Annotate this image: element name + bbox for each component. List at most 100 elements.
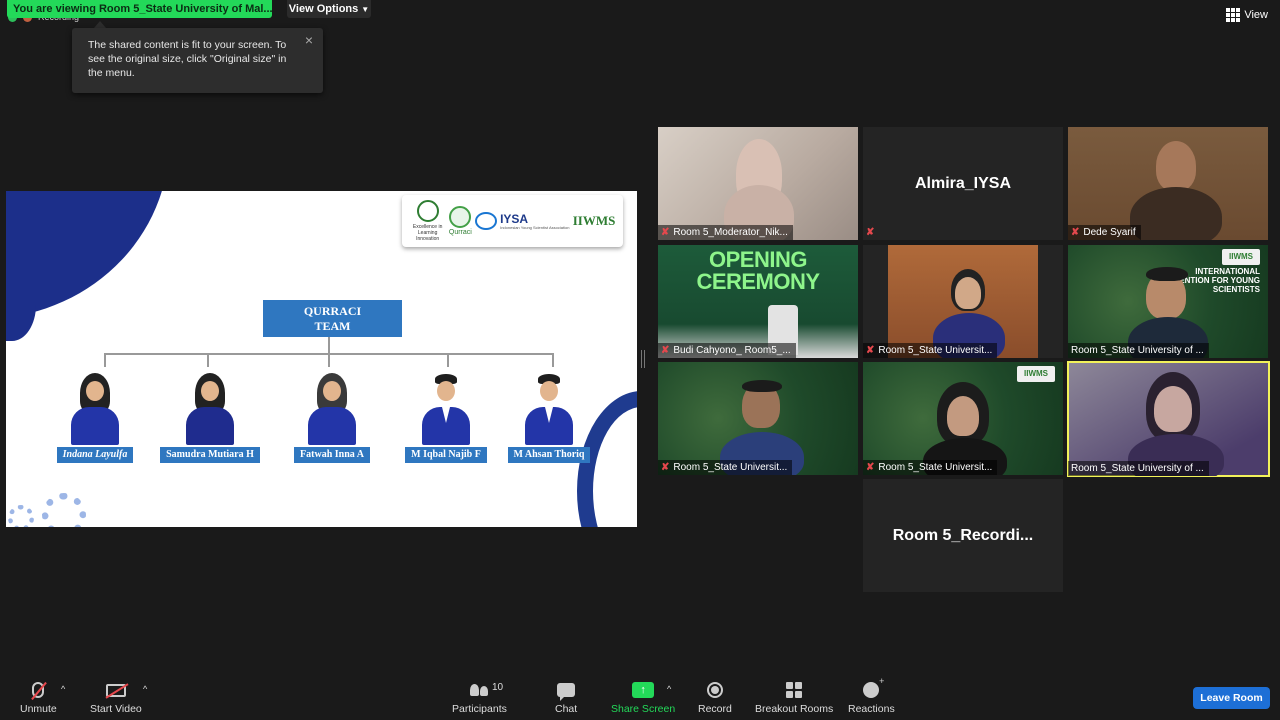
member-name: Fatwah Inna A xyxy=(294,447,370,463)
org-connector xyxy=(328,353,330,367)
start-video-button[interactable]: Start Video xyxy=(90,680,142,715)
viewing-banner: You are viewing Room 5_State University … xyxy=(7,0,272,18)
unmute-label: Unmute xyxy=(20,703,57,715)
mic-muted-icon: ✘ xyxy=(661,345,670,356)
participant-tile[interactable]: ✘ Room 5_State Universit... xyxy=(658,362,858,475)
view-options-button[interactable]: View Options ▼ xyxy=(287,0,371,18)
participant-name-label: Room 5_State University of ... xyxy=(1068,343,1209,358)
participant-name-label: ✘ xyxy=(863,225,879,240)
mic-muted-icon: ✘ xyxy=(661,227,670,238)
participant-name-label: ✘ Room 5_Moderator_Nik... xyxy=(658,225,793,240)
team-member: Indana Layulfa xyxy=(39,373,151,463)
participant-name-label: Room 5_State University of ... xyxy=(1068,461,1209,476)
participant-name-label: ✘ Budi Cahyono_ Room5_... xyxy=(658,343,796,358)
participant-tile[interactable]: IIWMS INTERNATIONAL INVENTION FOR YOUNG … xyxy=(1068,245,1268,358)
member-name: M Ahsan Thoriq xyxy=(507,447,591,463)
reactions-icon xyxy=(863,676,884,698)
iiwms-logo: IIWMS xyxy=(572,213,616,228)
camera-off-icon xyxy=(105,683,126,697)
shared-screen-content: Excellence in Learning Innovation Qurrac… xyxy=(6,191,637,527)
share-arrow-glyph: ↑ xyxy=(640,684,646,696)
seal-icon xyxy=(416,200,439,222)
participant-tile[interactable]: ✘ Room 5_State Universit... xyxy=(863,245,1063,358)
member-name: Indana Layulfa xyxy=(56,447,134,463)
participant-name-label: ✘ Room 5_State Universit... xyxy=(658,460,793,475)
participant-name: Room 5_State University of ... xyxy=(1071,345,1204,356)
participant-tile[interactable]: OPENING CEREMONY ✘ Budi Cahyono_ Room5_..… xyxy=(658,245,858,358)
mic-muted-icon: ✘ xyxy=(866,345,875,356)
member-photo xyxy=(416,373,476,445)
team-title: QURRACI TEAM xyxy=(263,300,402,337)
org-connector xyxy=(328,337,330,353)
mic-muted-icon: ✘ xyxy=(661,462,670,473)
iysa-title: IYSA xyxy=(500,211,529,226)
globe-icon xyxy=(449,206,472,228)
iysa-caption: Indonesian Young Scientist Association xyxy=(500,224,570,230)
microphone-muted-icon xyxy=(32,682,45,698)
participant-tile-active-speaker[interactable]: Room 5_State University of ... xyxy=(1067,361,1270,477)
org-connector xyxy=(207,353,209,367)
qurraci-logo: Qurraci xyxy=(449,206,472,236)
participant-tile[interactable]: ✘ Room 5_Moderator_Nik... xyxy=(658,127,858,240)
participant-tile[interactable]: Almira_IYSA ✘ xyxy=(863,127,1063,240)
view-label: View xyxy=(1244,9,1268,21)
chevron-down-icon: ▼ xyxy=(361,5,370,14)
leave-room-button[interactable]: Leave Room xyxy=(1193,687,1270,709)
share-screen-button[interactable]: ↑ Share Screen xyxy=(611,680,675,715)
view-button[interactable]: View xyxy=(1226,8,1268,22)
qurraci-caption: Qurraci xyxy=(448,229,472,236)
event-logo: IIWMS xyxy=(1017,366,1055,382)
participant-name: Room 5_Moderator_Nik... xyxy=(673,227,788,238)
audio-options-caret-icon[interactable]: ^ xyxy=(61,684,65,694)
virtual-background-text: OPENING CEREMONY xyxy=(696,247,820,294)
view-options-label: View Options xyxy=(288,3,359,15)
breakout-rooms-icon xyxy=(786,682,803,698)
close-icon[interactable]: × xyxy=(305,33,313,47)
member-photo xyxy=(65,373,125,445)
sponsor-logos: Excellence in Learning Innovation Qurrac… xyxy=(402,195,623,247)
org-connector xyxy=(447,353,449,367)
grid-icon xyxy=(1226,8,1241,22)
tooltip-arrow xyxy=(94,21,106,28)
participant-tile[interactable]: IIWMS ✘ Room 5_State Universit... xyxy=(863,362,1063,475)
fit-to-screen-tooltip: The shared content is fit to your screen… xyxy=(72,28,323,93)
team-member: M Ahsan Thoriq xyxy=(493,373,605,463)
member-name: Samudra Mutiara H xyxy=(160,447,260,463)
event-logo: IIWMS xyxy=(1222,249,1260,265)
unmute-button[interactable]: Unmute xyxy=(20,680,57,715)
video-options-caret-icon[interactable]: ^ xyxy=(143,684,147,694)
gear-icon xyxy=(8,505,34,527)
org-connector xyxy=(552,353,554,367)
uin-logo: Excellence in Learning Innovation xyxy=(410,200,446,242)
record-label: Record xyxy=(698,703,732,715)
gear-icon xyxy=(42,493,86,527)
member-photo xyxy=(302,373,362,445)
member-photo xyxy=(180,373,240,445)
participant-tile[interactable]: ✘ Dede Syarif xyxy=(1068,127,1268,240)
chat-label: Chat xyxy=(555,703,578,715)
participant-tile[interactable]: Room 5_Recordi... xyxy=(863,479,1063,592)
team-member: Fatwah Inna A xyxy=(276,373,388,463)
participant-name: Room 5_State University of ... xyxy=(1071,463,1204,474)
share-screen-icon: ↑ xyxy=(632,682,655,698)
share-options-caret-icon[interactable]: ^ xyxy=(667,684,671,694)
participant-display-name: Almira_IYSA xyxy=(914,174,1012,192)
chat-button[interactable]: Chat xyxy=(555,680,577,715)
record-button[interactable]: Record xyxy=(698,680,732,715)
mic-muted-icon: ✘ xyxy=(866,227,875,238)
record-icon xyxy=(706,682,723,698)
breakout-rooms-button[interactable]: Breakout Rooms xyxy=(755,680,833,715)
participants-label: Participants xyxy=(452,703,507,715)
chat-icon xyxy=(557,683,576,701)
iysa-logo: IYSA Indonesian Young Scientist Associati… xyxy=(475,212,569,230)
participant-name-label: ✘ Room 5_State Universit... xyxy=(863,343,998,358)
participants-icon xyxy=(470,684,489,696)
start-video-label: Start Video xyxy=(90,703,142,715)
participant-name: Budi Cahyono_ Room5_... xyxy=(673,345,791,356)
mic-muted-icon: ✘ xyxy=(866,462,875,473)
split-view-resize-handle[interactable] xyxy=(641,350,645,368)
mic-muted-icon: ✘ xyxy=(1071,227,1080,238)
team-title-line2: TEAM xyxy=(314,319,351,333)
reactions-button[interactable]: Reactions xyxy=(848,676,895,715)
participants-count-badge: 10 xyxy=(492,682,504,693)
